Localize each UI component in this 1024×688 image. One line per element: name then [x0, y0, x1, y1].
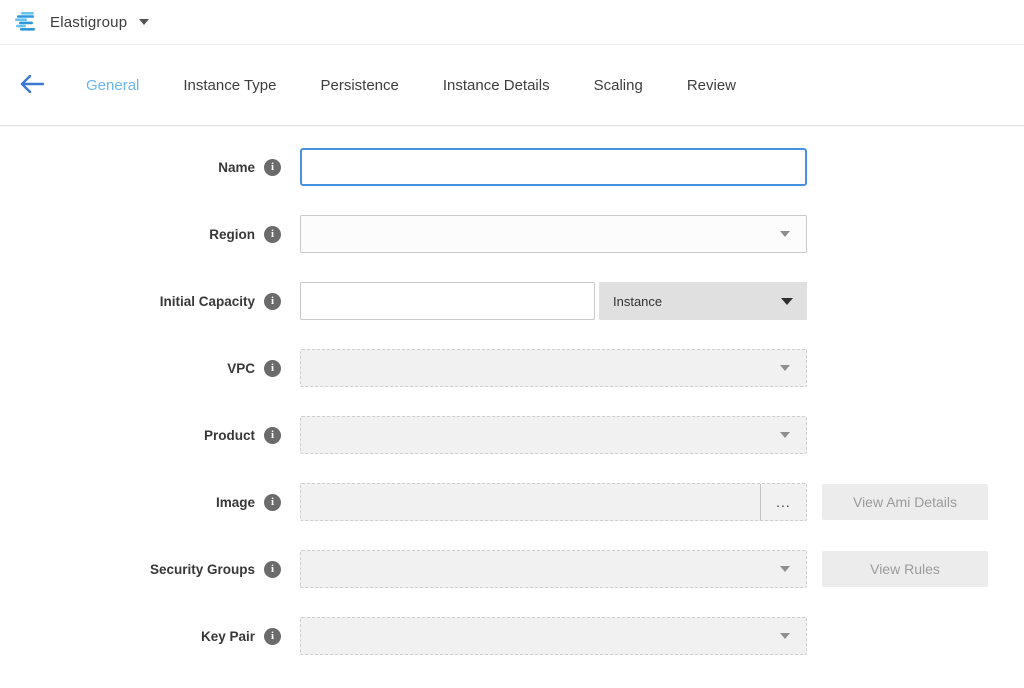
info-icon[interactable]: i — [264, 427, 281, 444]
chevron-down-icon — [780, 231, 790, 237]
capacity-unit-value: Instance — [613, 294, 662, 309]
view-ami-details-button: View Ami Details — [822, 484, 988, 520]
info-icon[interactable]: i — [264, 360, 281, 377]
form-row-image: Image i ... View Ami Details — [0, 483, 1024, 521]
vpc-label: VPC — [227, 361, 255, 376]
form-row-security-groups: Security Groups i View Rules — [0, 550, 1024, 588]
chevron-down-icon — [780, 566, 790, 572]
wizard-tab-bar: General Instance Type Persistence Instan… — [0, 45, 1024, 126]
elastigroup-logo-icon — [14, 11, 40, 33]
tab-instance-details[interactable]: Instance Details — [421, 77, 572, 94]
initial-capacity-label: Initial Capacity — [160, 294, 255, 309]
tab-instance-type[interactable]: Instance Type — [161, 77, 298, 94]
key-pair-label: Key Pair — [201, 629, 255, 644]
region-select[interactable] — [300, 215, 807, 253]
product-select — [300, 416, 807, 454]
image-input-value — [301, 484, 760, 520]
wizard-tabs: General Instance Type Persistence Instan… — [64, 77, 758, 94]
chevron-down-icon — [781, 298, 793, 305]
vpc-select — [300, 349, 807, 387]
info-icon[interactable]: i — [264, 226, 281, 243]
chevron-down-icon — [780, 432, 790, 438]
initial-capacity-input[interactable] — [300, 282, 595, 320]
form-row-product: Product i — [0, 416, 1024, 454]
form-row-name: Name i — [0, 148, 1024, 186]
info-icon[interactable]: i — [264, 494, 281, 511]
capacity-unit-select[interactable]: Instance — [599, 282, 807, 320]
name-input[interactable] — [300, 148, 807, 186]
key-pair-select — [300, 617, 807, 655]
form-row-key-pair: Key Pair i — [0, 617, 1024, 655]
general-settings-form: Name i Region i Initial Capacity i Inst — [0, 126, 1024, 655]
security-groups-select — [300, 550, 807, 588]
back-arrow-icon — [20, 75, 44, 96]
tab-persistence[interactable]: Persistence — [299, 77, 421, 94]
tab-scaling[interactable]: Scaling — [572, 77, 665, 94]
tab-general[interactable]: General — [64, 77, 161, 94]
product-label: Product — [204, 428, 255, 443]
tab-review[interactable]: Review — [665, 77, 758, 94]
info-icon[interactable]: i — [264, 628, 281, 645]
app-title: Elastigroup — [50, 14, 127, 31]
region-label: Region — [209, 227, 255, 242]
chevron-down-icon — [780, 365, 790, 371]
view-rules-button: View Rules — [822, 551, 988, 587]
info-icon[interactable]: i — [264, 293, 281, 310]
form-row-initial-capacity: Initial Capacity i Instance — [0, 282, 1024, 320]
back-button[interactable] — [0, 65, 64, 105]
form-row-vpc: VPC i — [0, 349, 1024, 387]
name-label: Name — [218, 160, 255, 175]
security-groups-label: Security Groups — [150, 562, 255, 577]
image-label: Image — [216, 495, 255, 510]
image-browse-button: ... — [760, 484, 806, 520]
chevron-down-icon — [780, 633, 790, 639]
chevron-down-icon — [139, 19, 149, 25]
top-bar: Elastigroup — [0, 0, 1024, 45]
form-row-region: Region i — [0, 215, 1024, 253]
elastigroup-product-menu[interactable]: Elastigroup — [14, 11, 149, 33]
image-input: ... — [300, 483, 807, 521]
info-icon[interactable]: i — [264, 159, 281, 176]
info-icon[interactable]: i — [264, 561, 281, 578]
